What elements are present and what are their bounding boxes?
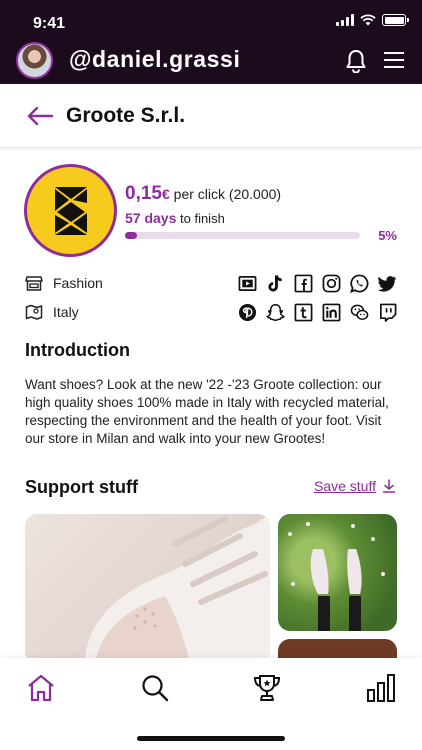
company-logo [24,164,117,257]
top-bar: 9:41 @daniel.grassi [0,0,422,84]
battery-icon [382,14,409,26]
social-links-row-2 [238,303,397,322]
currency-symbol: € [161,186,170,202]
twitch-icon[interactable] [378,303,397,322]
menu-icon[interactable] [384,51,404,69]
support-image-grass[interactable] [278,514,397,631]
social-links-row-1 [238,274,397,293]
username: @daniel.grassi [69,46,241,72]
introduction-text: Want shoes? Look at the new '22 -'23 Gro… [25,377,389,446]
campaign-progress-bar [125,232,360,239]
status-time: 9:41 [33,15,66,32]
groote-logo-icon [54,186,87,235]
wechat-icon[interactable] [350,303,369,322]
status-icons [336,14,409,26]
store-icon [25,276,43,291]
support-heading: Support stuff [25,477,138,497]
location-row: Italy [25,303,79,321]
snapchat-icon[interactable] [266,303,285,322]
price-value: 0,15 [125,183,162,204]
support-image-sneaker[interactable] [25,514,270,664]
signal-icon [336,14,354,26]
page-header: Groote S.r.l. [0,84,422,148]
avatar[interactable] [16,42,53,79]
category-label: Fashion [53,275,103,291]
map-icon [25,304,43,320]
trophy-icon[interactable] [252,673,282,703]
search-icon[interactable] [140,673,170,703]
days-suffix: to finish [180,211,225,226]
progress-fill [125,232,137,239]
back-arrow-icon[interactable] [26,105,54,127]
twitter-icon[interactable] [378,274,397,293]
home-icon[interactable] [26,673,56,703]
page-title: Groote S.r.l. [66,104,186,127]
price-per-click: 0,15€ per click (20.000) [125,183,281,205]
whatsapp-icon[interactable] [350,274,369,293]
location-label: Italy [53,304,79,320]
youtube-icon[interactable] [238,274,257,293]
grass-illustration [288,522,385,631]
sneaker-illustration [85,514,270,664]
instagram-icon[interactable] [322,274,341,293]
home-indicator [137,736,285,741]
save-stuff-link[interactable]: Save stuff [314,478,396,494]
days-value: 57 days [125,210,177,226]
stats-icon[interactable] [366,673,396,703]
days-remaining: 57 days to finish [125,210,225,226]
wifi-icon [360,14,376,26]
facebook-icon[interactable] [294,274,313,293]
category-row: Fashion [25,274,103,292]
price-suffix: per click (20.000) [173,186,282,202]
bell-icon[interactable] [345,49,367,73]
linkedin-icon[interactable] [322,303,341,322]
tumblr-icon[interactable] [294,303,313,322]
save-stuff-label: Save stuff [313,478,376,494]
tiktok-icon[interactable] [266,274,285,293]
progress-percent: 5% [378,228,397,243]
pinterest-icon[interactable] [238,303,257,322]
download-icon [382,479,396,493]
introduction-heading: Introduction [25,340,130,360]
